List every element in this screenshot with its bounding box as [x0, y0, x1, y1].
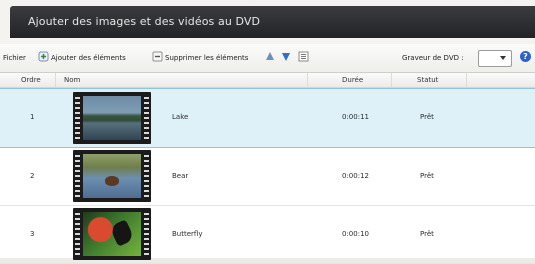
move-down-icon[interactable] [282, 51, 293, 62]
wizard-title: Ajouter des images et des vidéos au DVD [28, 15, 261, 28]
column-divider[interactable] [55, 73, 56, 87]
row-name: Lake [172, 113, 189, 121]
remove-items-button[interactable]: Supprimer les éléments [165, 54, 248, 62]
row-status: Prêt [420, 172, 434, 180]
list-row-butterfly[interactable]: 3 Butterfly 0:00:10 Prêt [0, 205, 535, 264]
column-divider[interactable] [466, 73, 467, 87]
column-divider[interactable] [391, 73, 392, 87]
remove-items-icon [152, 51, 163, 62]
video-thumbnail [73, 150, 151, 202]
row-duration: 0:00:10 [342, 230, 369, 238]
video-thumbnail [73, 208, 151, 260]
row-name: Butterfly [172, 230, 203, 238]
row-order: 2 [30, 172, 35, 180]
menu-options-icon[interactable] [298, 51, 309, 62]
list-header: Ordre Nom Durée Statut [0, 73, 535, 88]
move-up-icon[interactable] [266, 51, 277, 62]
row-order: 3 [30, 230, 35, 238]
wizard-titlebar: Ajouter des images et des vidéos au DVD [10, 6, 535, 38]
header-statut[interactable]: Statut [417, 76, 438, 84]
dvd-burner-select[interactable] [478, 50, 512, 67]
items-list: Ordre Nom Durée Statut 1 Lake 0:00:11 Pr… [0, 73, 535, 264]
toolbar: Fichier Ajouter des éléments Supprimer l… [0, 44, 535, 73]
row-duration: 0:00:12 [342, 172, 369, 180]
column-divider[interactable] [307, 73, 308, 87]
header-duree[interactable]: Durée [342, 76, 363, 84]
add-items-button[interactable]: Ajouter des éléments [51, 54, 126, 62]
row-order: 1 [30, 113, 35, 121]
dvd-burner-label: Graveur de DVD : [402, 54, 464, 62]
add-items-icon [38, 51, 49, 62]
list-row-bear[interactable]: 2 Bear 0:00:12 Prêt [0, 147, 535, 206]
video-thumbnail [73, 92, 151, 144]
row-status: Prêt [420, 113, 434, 121]
fichier-menu[interactable]: Fichier [3, 54, 26, 62]
header-nom[interactable]: Nom [64, 76, 80, 84]
help-icon[interactable]: ? [520, 51, 531, 62]
dvd-maker-window: Ajouter des images et des vidéos au DVD … [0, 0, 535, 264]
row-duration: 0:00:11 [342, 113, 369, 121]
header-ordre[interactable]: Ordre [21, 76, 41, 84]
chevron-down-icon [500, 56, 506, 60]
row-name: Bear [172, 172, 189, 180]
row-status: Prêt [420, 230, 434, 238]
list-row-lake[interactable]: 1 Lake 0:00:11 Prêt [0, 88, 535, 148]
